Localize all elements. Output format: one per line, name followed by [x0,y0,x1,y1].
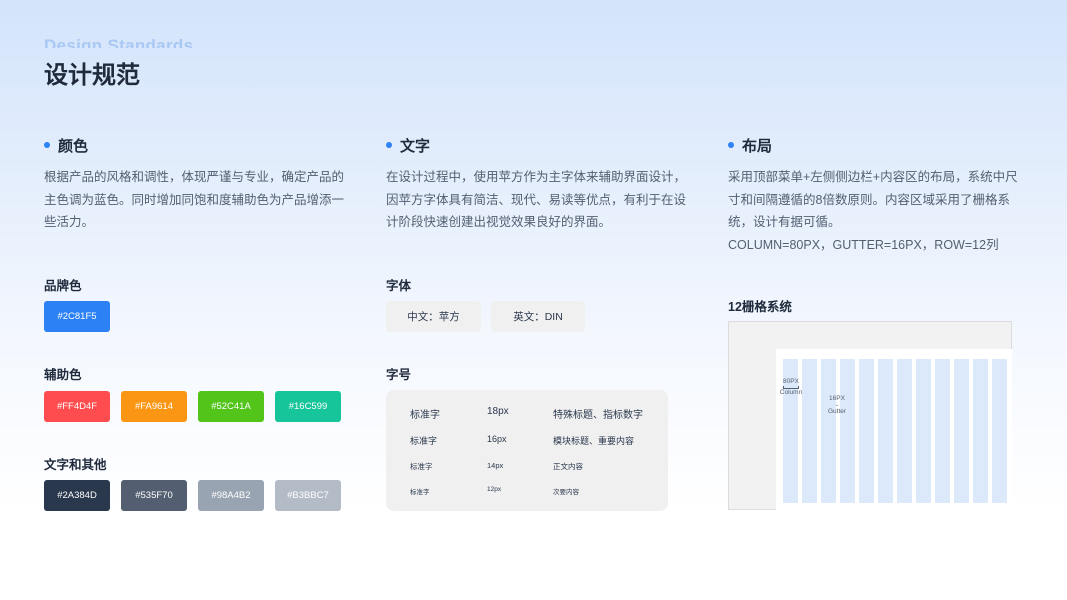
font-size-label: 字号 [386,368,412,382]
column-word-label: Column [779,389,803,396]
color-swatch: #535F70 [121,480,187,511]
size-usage: 特殊标题、指标数字 [553,410,643,421]
grid-column [840,359,855,503]
aux-color-label: 辅助色 [44,368,82,382]
size-value: 12px [487,486,502,493]
color-section: 颜色 根据产品的风格和调性，体现严谨与专业，确定产品的主色调为蓝色。同时增加同饱… [44,136,344,234]
grid-column [859,359,874,503]
grid-diagram: 80PX Column 16PX ⌄ Gutter [728,321,1012,510]
layout-title: 布局 [742,137,773,155]
font-size-table: 标准字 18px 特殊标题、指标数字 标准字 16px 模块标题、重要内容 标准… [386,390,668,511]
text-section: 文字 在设计过程中，使用苹方作为主字体来辅助界面设计，因苹方字体具有简洁、现代、… [386,136,686,234]
bullet-dot-icon [386,142,392,148]
color-swatch: #52C41A [198,391,264,422]
page-title: 设计规范 [44,62,140,89]
layout-section: 布局 采用顶部菜单+左侧侧边栏+内容区的布局，系统中尺寸和间隔遵循的8倍数原则。… [728,136,1028,256]
color-swatch: #2A384D [44,480,110,511]
size-value: 14px [487,461,504,470]
color-swatch: #B3BBC7 [275,480,341,511]
color-swatch: #FA9614 [121,391,187,422]
size-name: 标准字 [410,489,430,496]
layout-description: 采用顶部菜单+左侧侧边栏+内容区的布局，系统中尺寸和间隔遵循的8倍数原则。内容区… [728,170,1018,229]
grid-label: 12栅格系统 [728,300,792,314]
text-color-label: 文字和其他 [44,458,107,472]
text-description: 在设计过程中，使用苹方作为主字体来辅助界面设计，因苹方字体具有简洁、现代、易读等… [386,170,687,229]
grid-column [821,359,836,503]
column-annotation: 80PX Column [778,378,804,397]
gutter-annotation: 16PX ⌄ Gutter [825,395,849,416]
font-chip-cn: 中文：苹方 [386,301,481,332]
font-label: 字体 [386,279,412,293]
size-usage: 模块标题、重要内容 [553,436,635,446]
size-name: 标准字 [410,410,440,421]
color-swatch: #2C81F5 [44,301,110,332]
color-swatch: #16C599 [275,391,341,422]
grid-column [897,359,912,503]
size-usage: 正文内容 [553,462,583,471]
grid-column [802,359,817,503]
gutter-word-label: Gutter [827,408,847,415]
grid-column [992,359,1007,503]
layout-heading: 布局 [728,136,1028,155]
color-heading: 颜色 [44,136,344,155]
bullet-dot-icon [44,142,50,148]
color-title: 颜色 [58,137,89,155]
color-description: 根据产品的风格和调性，体现严谨与专业，确定产品的主色调为蓝色。同时增加同饱和度辅… [44,170,345,229]
font-chip-en: 英文：DIN [491,301,585,332]
grid-column [954,359,969,503]
en-title: Design Standards [44,36,194,48]
size-usage: 次要内容 [553,489,579,496]
color-swatch: #FF4D4F [44,391,110,422]
grid-column [916,359,931,503]
grid-column [878,359,893,503]
brand-color-label: 品牌色 [44,279,82,293]
layout-spec: COLUMN=80PX，GUTTER=16PX，ROW=12列 [728,237,999,252]
grid-column [935,359,950,503]
text-heading: 文字 [386,136,686,155]
size-name: 标准字 [410,462,433,471]
grid-column [973,359,988,503]
bullet-dot-icon [728,142,734,148]
text-title: 文字 [400,137,431,155]
size-value: 18px [487,406,509,417]
size-name: 标准字 [410,436,438,446]
size-value: 16px [487,434,507,444]
column-size-label: 80PX [783,378,799,385]
grid-content-area [776,349,1012,510]
color-swatch: #98A4B2 [198,480,264,511]
